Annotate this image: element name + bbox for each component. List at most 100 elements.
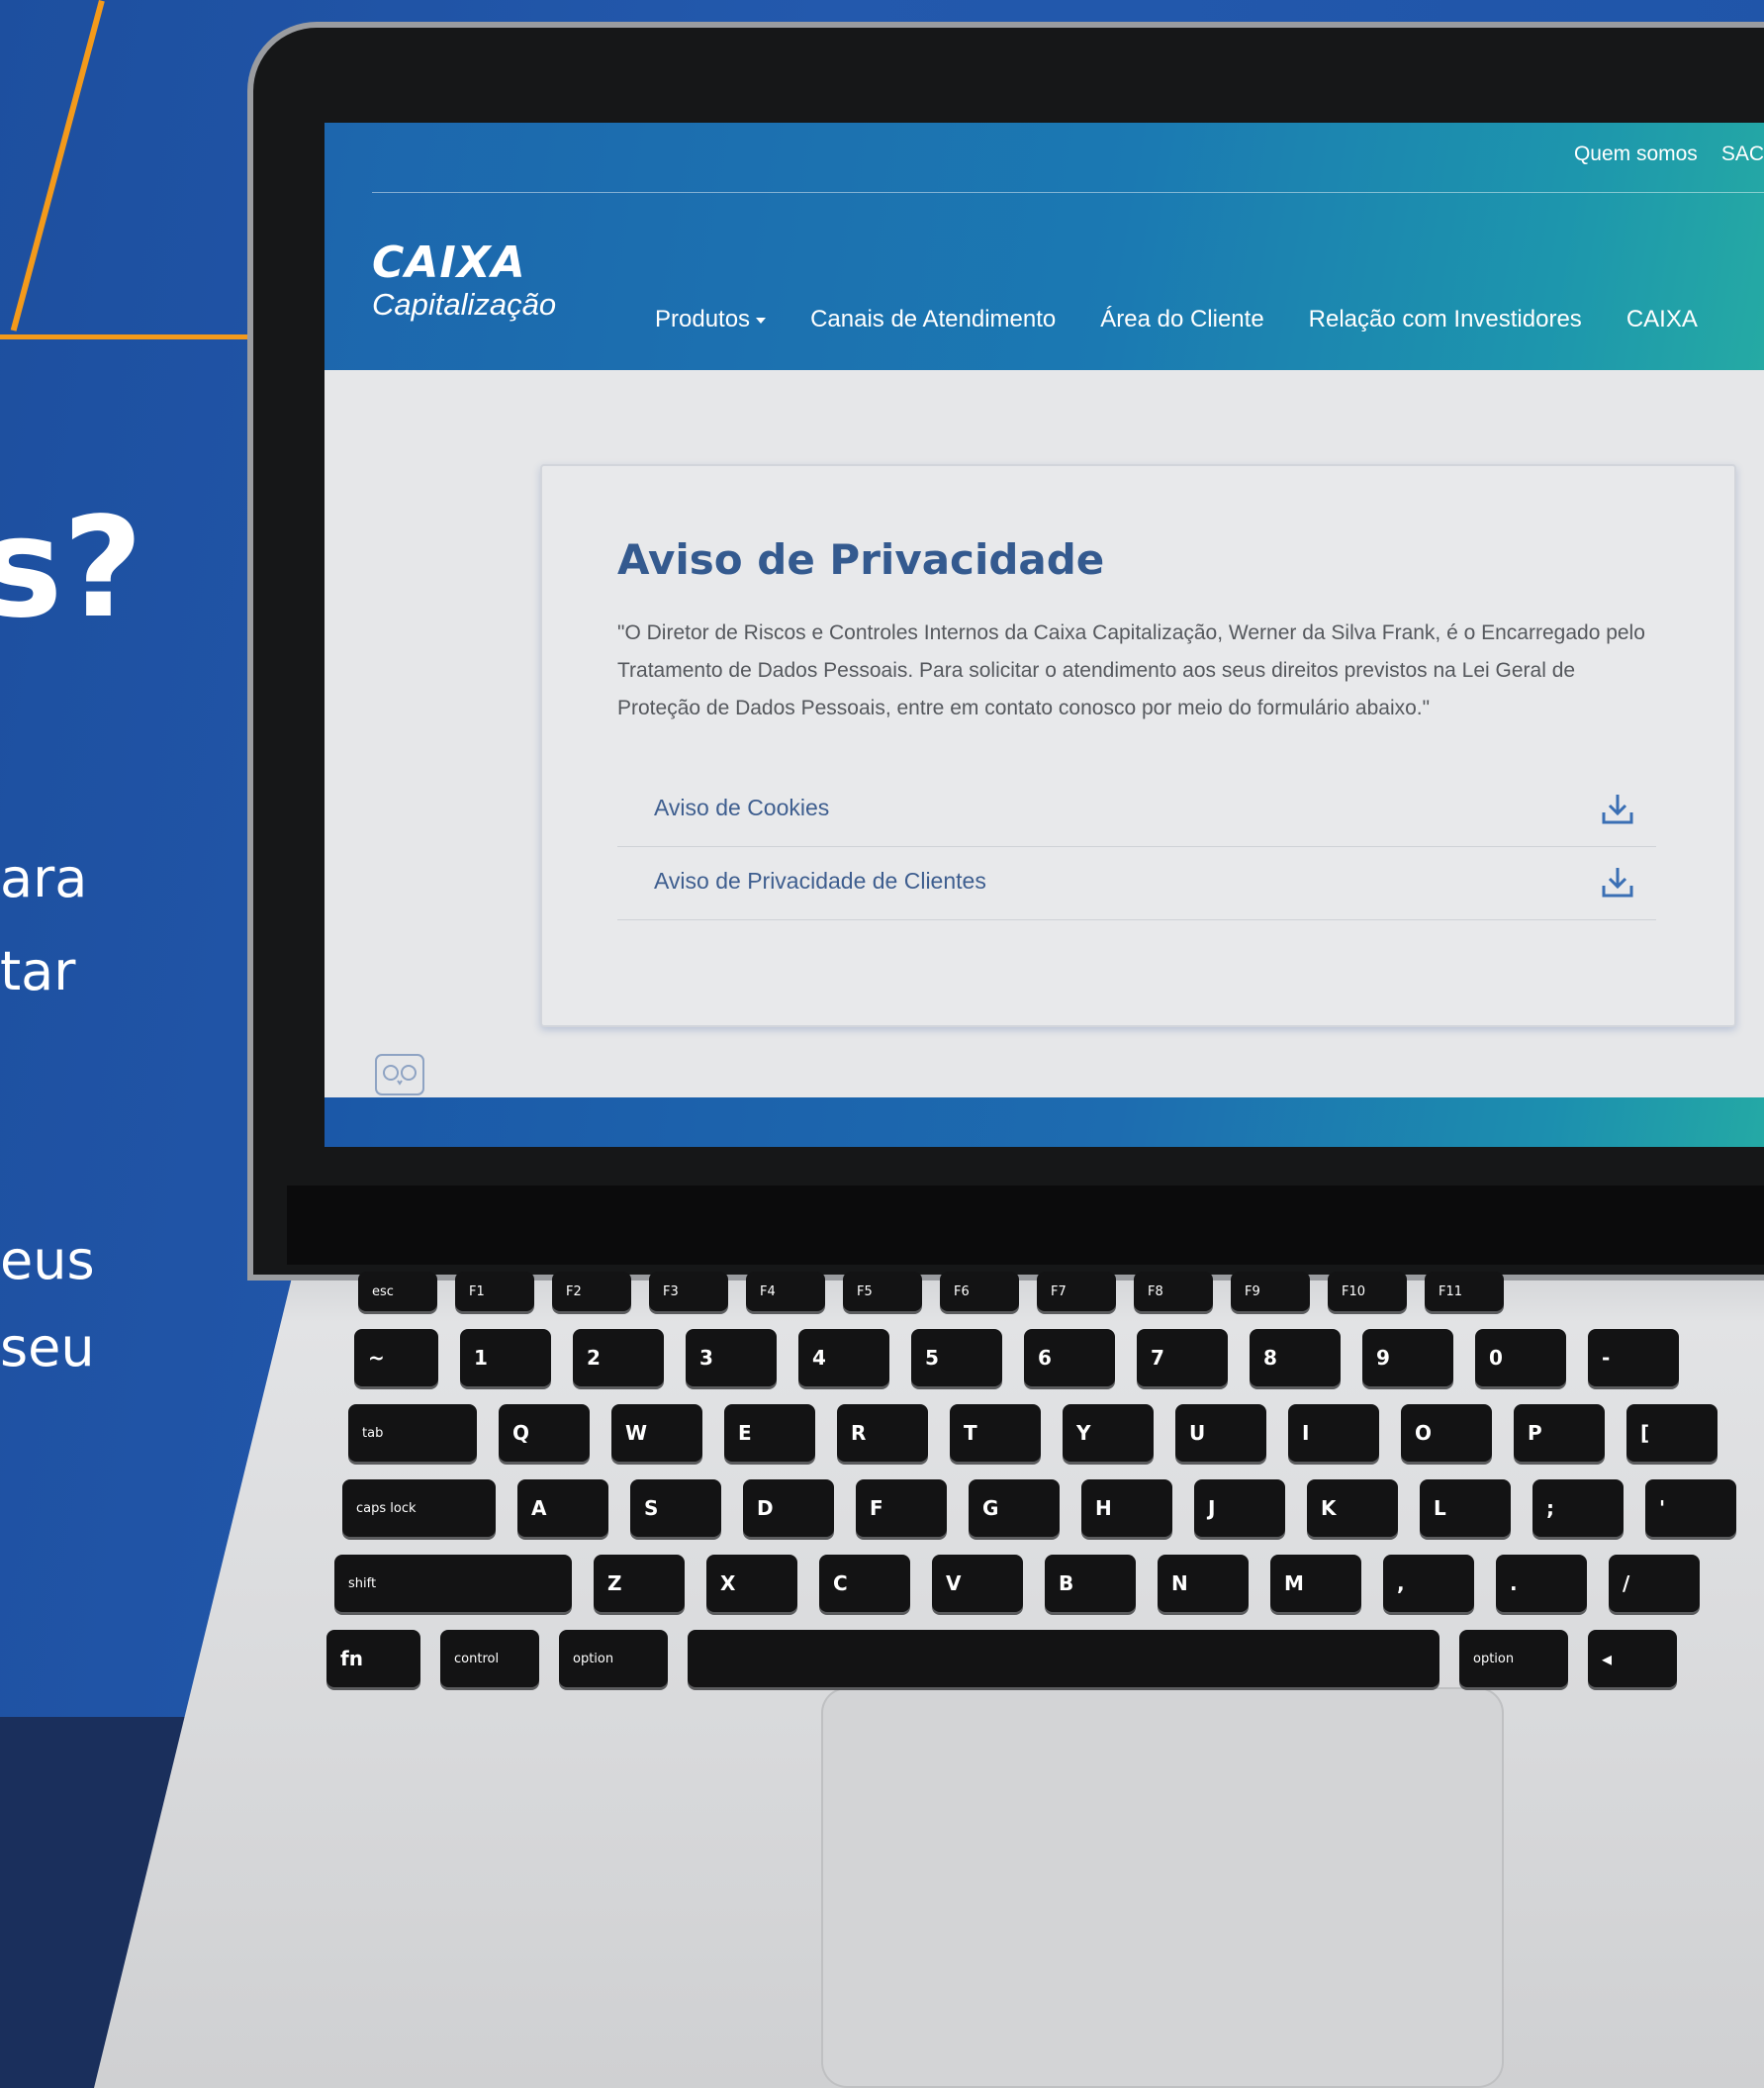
key[interactable]: F6: [940, 1272, 1019, 1311]
key[interactable]: O: [1401, 1404, 1492, 1462]
key[interactable]: Q: [499, 1404, 590, 1462]
key[interactable]: T: [950, 1404, 1041, 1462]
laptop-screen: Quem somos SAC CAIXA Capitalização Produ…: [325, 123, 1764, 1147]
key[interactable]: 3: [686, 1329, 777, 1386]
top-nav-quem-somos[interactable]: Quem somos: [1574, 142, 1698, 166]
document-link-cookies[interactable]: Aviso de Cookies: [654, 795, 829, 821]
main-nav: Produtos Canais de Atendimento Área do C…: [655, 306, 1698, 333]
chevron-down-icon: [756, 317, 767, 324]
nav-relacao-com-investidores[interactable]: Relação com Investidores: [1309, 306, 1582, 333]
key[interactable]: L: [1420, 1479, 1511, 1537]
key[interactable]: M: [1270, 1555, 1361, 1612]
key[interactable]: A: [517, 1479, 608, 1537]
key[interactable]: F5: [843, 1272, 922, 1311]
key[interactable]: W: [611, 1404, 702, 1462]
key[interactable]: 5: [911, 1329, 1002, 1386]
key[interactable]: ~: [354, 1329, 438, 1386]
key[interactable]: control: [440, 1630, 539, 1687]
top-nav: Quem somos SAC: [1574, 142, 1764, 166]
privacy-notice-card: Aviso de Privacidade "O Diretor de Risco…: [540, 464, 1736, 1027]
key[interactable]: G: [969, 1479, 1060, 1537]
key[interactable]: F1: [455, 1272, 534, 1311]
owl-icon[interactable]: [374, 1053, 425, 1096]
key[interactable]: shift: [334, 1555, 572, 1612]
nav-produtos[interactable]: Produtos: [655, 306, 767, 333]
key[interactable]: K: [1307, 1479, 1398, 1537]
key[interactable]: V: [932, 1555, 1023, 1612]
site-header: Quem somos SAC CAIXA Capitalização Produ…: [325, 123, 1764, 370]
site-footer-bar: [325, 1097, 1764, 1147]
key[interactable]: .: [1496, 1555, 1587, 1612]
key[interactable]: 9: [1362, 1329, 1453, 1386]
key[interactable]: 2: [573, 1329, 664, 1386]
key[interactable]: F9: [1231, 1272, 1310, 1311]
key[interactable]: 0: [1475, 1329, 1566, 1386]
laptop-hinge: [287, 1186, 1764, 1265]
promo-line-2: tar: [0, 940, 76, 1002]
key[interactable]: J: [1194, 1479, 1285, 1537]
key[interactable]: F10: [1328, 1272, 1407, 1311]
key[interactable]: option: [1459, 1630, 1568, 1687]
key[interactable]: esc: [358, 1272, 437, 1311]
key[interactable]: F3: [649, 1272, 728, 1311]
promo-line-3: eus: [0, 1229, 95, 1291]
key[interactable]: 6: [1024, 1329, 1115, 1386]
download-icon[interactable]: [1599, 791, 1636, 828]
key[interactable]: ': [1645, 1479, 1736, 1537]
key[interactable]: F4: [746, 1272, 825, 1311]
key[interactable]: F: [856, 1479, 947, 1537]
trackpad[interactable]: [821, 1687, 1504, 2088]
key[interactable]: I: [1288, 1404, 1379, 1462]
key[interactable]: Y: [1063, 1404, 1154, 1462]
key[interactable]: option: [559, 1630, 668, 1687]
promo-line-1: ara: [0, 847, 88, 909]
document-row-privacy-clients[interactable]: Aviso de Privacidade de Clientes: [617, 846, 1656, 920]
key[interactable]: 7: [1137, 1329, 1228, 1386]
key[interactable]: /: [1609, 1555, 1700, 1612]
key[interactable]: 4: [798, 1329, 889, 1386]
key[interactable]: -: [1588, 1329, 1679, 1386]
key[interactable]: F8: [1134, 1272, 1213, 1311]
keyboard[interactable]: esc F1 F2 F3 F4 F5 F6 F7 F8 F9 F10 F11 ~1 2 3 4 5 6 7 8 9 0- t…: [317, 1272, 1764, 1687]
orange-horizontal-line: [0, 334, 257, 339]
key[interactable]: F7: [1037, 1272, 1116, 1311]
header-divider: [372, 192, 1764, 193]
key[interactable]: [688, 1630, 1439, 1687]
key[interactable]: [: [1626, 1404, 1718, 1462]
download-icon[interactable]: [1599, 864, 1636, 902]
key[interactable]: 1: [460, 1329, 551, 1386]
key[interactable]: Z: [594, 1555, 685, 1612]
key[interactable]: tab: [348, 1404, 477, 1462]
document-link-privacy-clients[interactable]: Aviso de Privacidade de Clientes: [654, 868, 986, 895]
key[interactable]: S: [630, 1479, 721, 1537]
key[interactable]: ◂: [1588, 1630, 1677, 1687]
key[interactable]: ,: [1383, 1555, 1474, 1612]
key[interactable]: F2: [552, 1272, 631, 1311]
key[interactable]: X: [706, 1555, 797, 1612]
nav-area-do-cliente[interactable]: Área do Cliente: [1100, 306, 1263, 333]
key[interactable]: F11: [1425, 1272, 1504, 1311]
key[interactable]: ;: [1532, 1479, 1624, 1537]
promo-line-4: seu: [0, 1316, 95, 1378]
key[interactable]: U: [1175, 1404, 1266, 1462]
document-row-cookies[interactable]: Aviso de Cookies: [617, 773, 1656, 847]
promo-question: s?: [0, 488, 143, 649]
key[interactable]: R: [837, 1404, 928, 1462]
key[interactable]: P: [1514, 1404, 1605, 1462]
key[interactable]: N: [1158, 1555, 1249, 1612]
key[interactable]: C: [819, 1555, 910, 1612]
nav-caixa[interactable]: CAIXA: [1626, 306, 1698, 333]
nav-canais-de-atendimento[interactable]: Canais de Atendimento: [810, 306, 1056, 333]
key[interactable]: B: [1045, 1555, 1136, 1612]
key[interactable]: 8: [1250, 1329, 1341, 1386]
key[interactable]: caps lock: [342, 1479, 496, 1537]
logo-capitalizacao[interactable]: Capitalização: [372, 289, 556, 320]
notice-body: "O Diretor de Riscos e Controles Interno…: [617, 621, 1645, 719]
notice-title: Aviso de Privacidade: [617, 535, 1105, 584]
top-nav-sac[interactable]: SAC: [1721, 142, 1764, 166]
key[interactable]: fn: [326, 1630, 420, 1687]
logo-caixa[interactable]: CAIXA: [372, 241, 526, 285]
key[interactable]: H: [1081, 1479, 1172, 1537]
key[interactable]: D: [743, 1479, 834, 1537]
key[interactable]: E: [724, 1404, 815, 1462]
